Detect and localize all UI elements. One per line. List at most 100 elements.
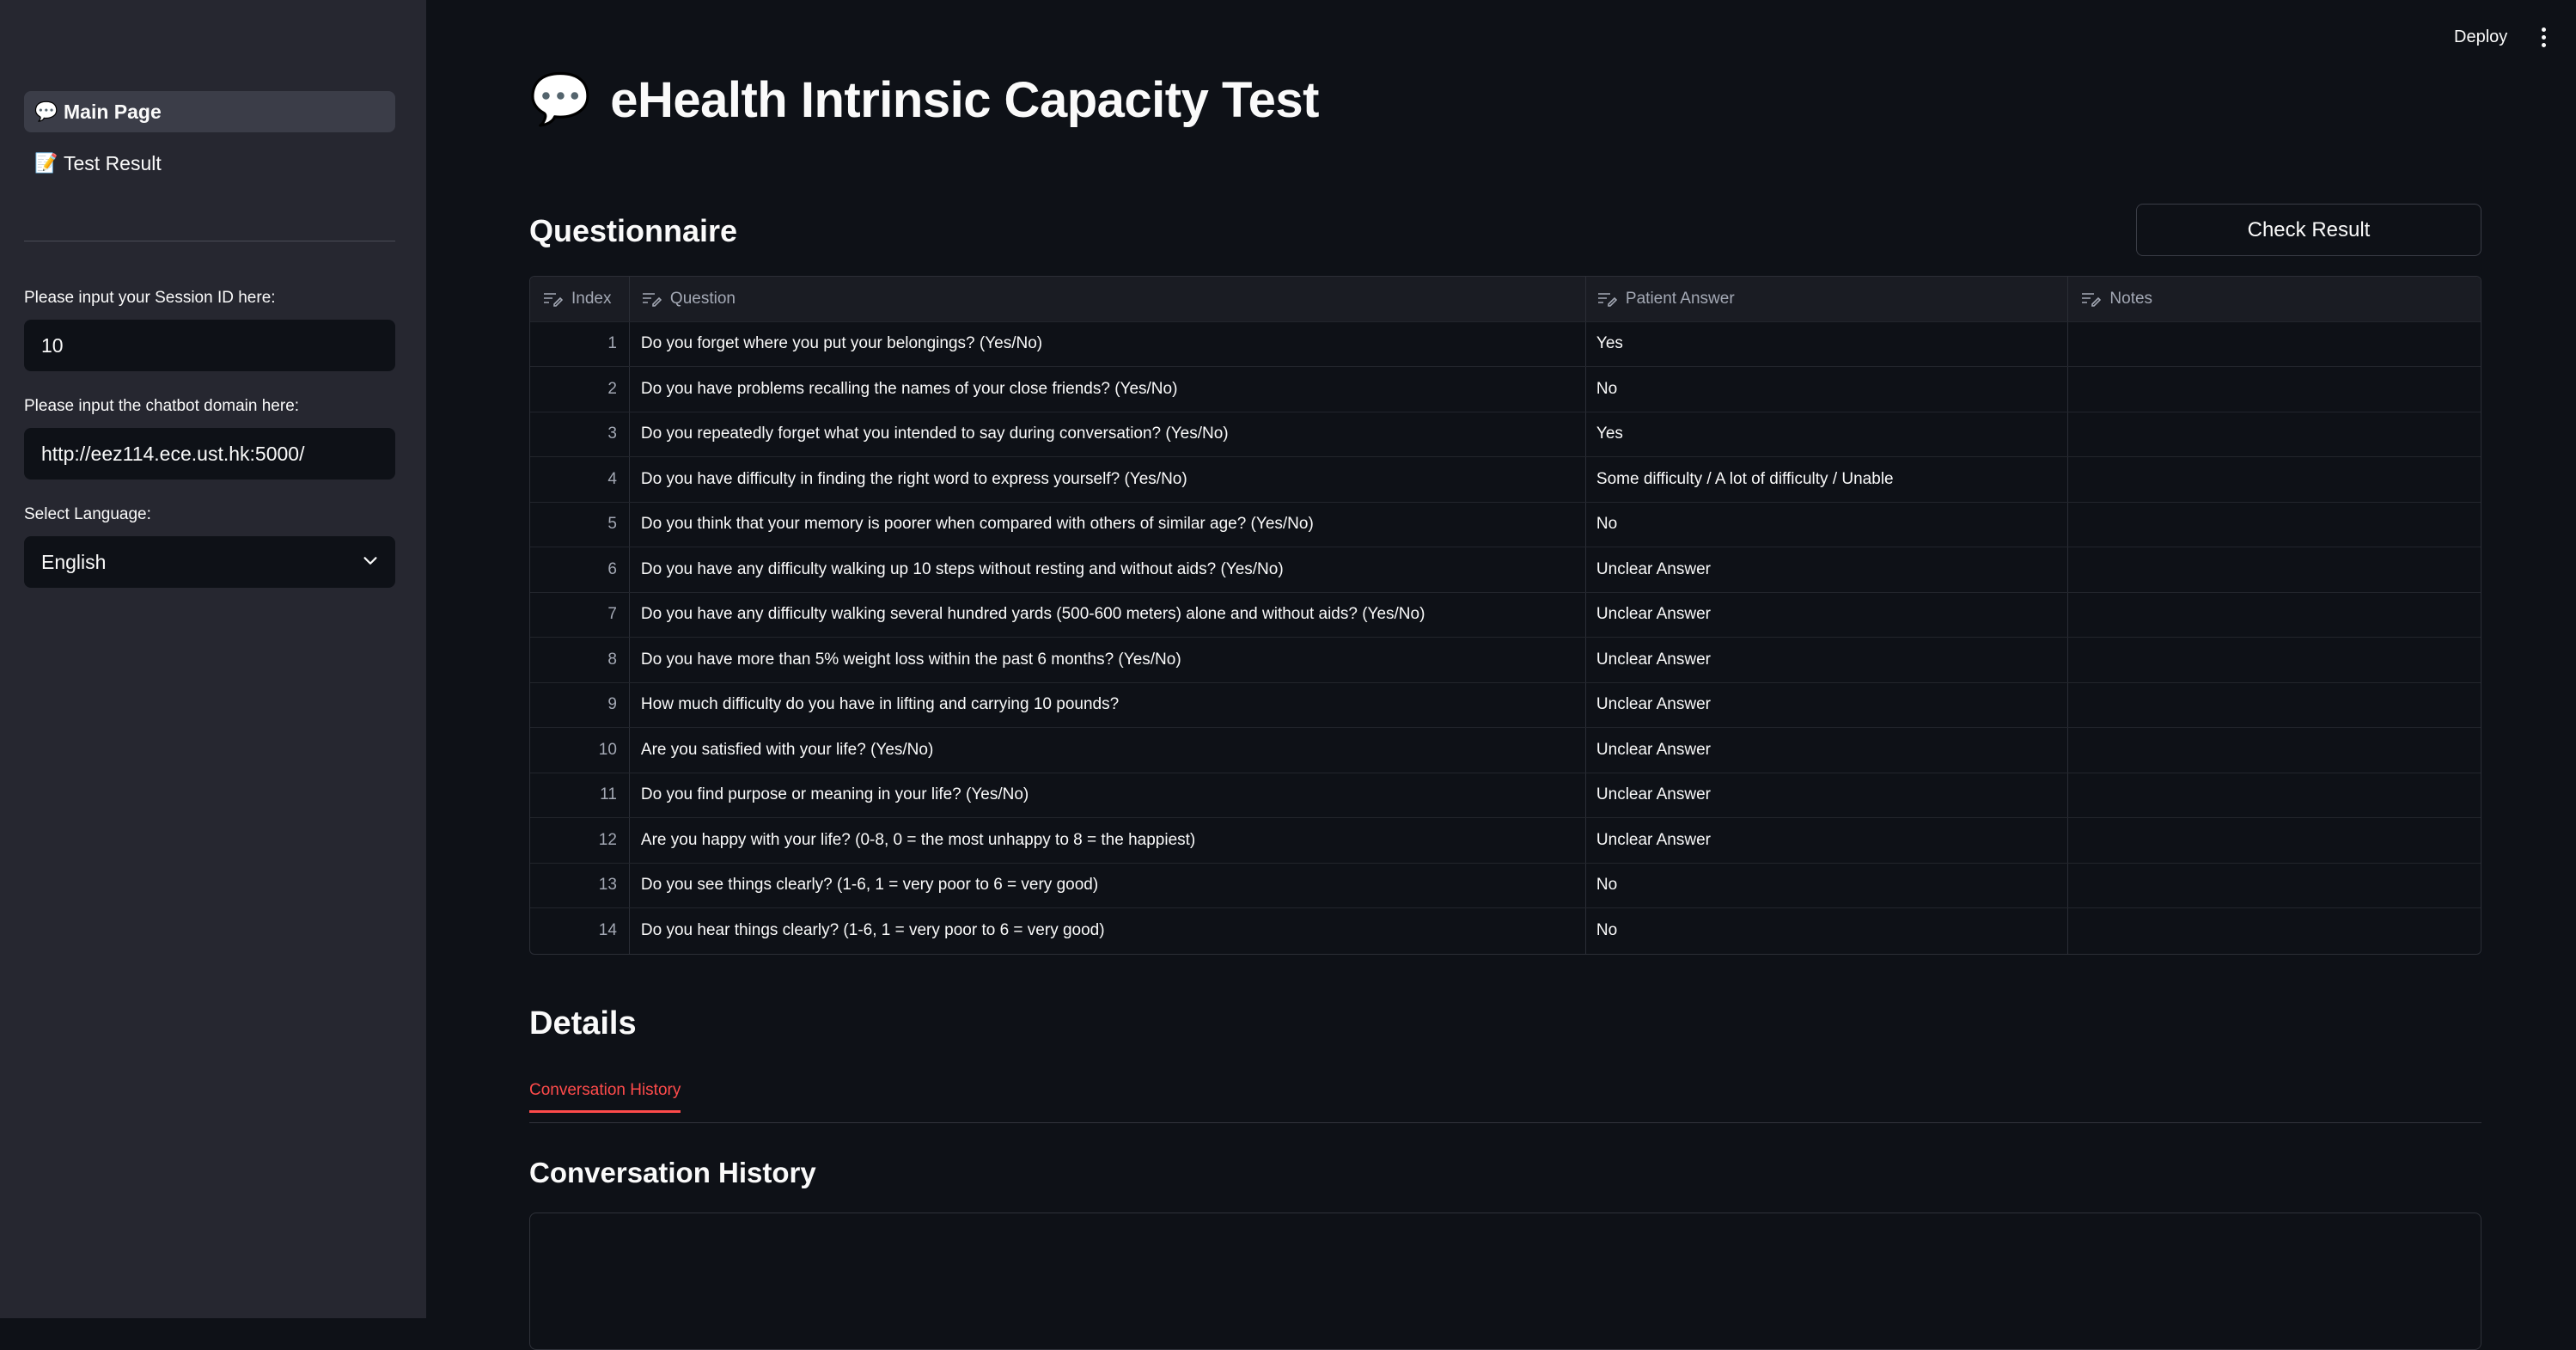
cell-notes[interactable] <box>2068 773 2481 818</box>
cell-notes[interactable] <box>2068 908 2481 954</box>
cell-question[interactable]: Are you satisfied with your life? (Yes/N… <box>630 728 1586 773</box>
cell-patient-answer[interactable]: Unclear Answer <box>1586 638 2069 682</box>
cell-question[interactable]: Do you repeatedly forget what you intend… <box>630 412 1586 456</box>
column-header-label: Question <box>669 289 736 308</box>
details-heading: Details <box>529 1005 637 1042</box>
cell-notes[interactable] <box>2068 503 2481 547</box>
column-header-patient-answer[interactable]: Patient Answer <box>1586 277 2069 321</box>
cell-patient-answer[interactable]: Unclear Answer <box>1586 728 2069 773</box>
cell-patient-answer[interactable]: Unclear Answer <box>1586 773 2069 817</box>
cell-patient-answer[interactable]: No <box>1586 367 2069 412</box>
cell-question[interactable]: Do you hear things clearly? (1-6, 1 = ve… <box>630 908 1586 954</box>
cell-index[interactable]: 10 <box>530 728 630 773</box>
cell-index[interactable]: 13 <box>530 863 630 907</box>
chatbot-domain-field[interactable] <box>24 428 395 480</box>
nav-test-result[interactable]: 📝 Test Result <box>24 143 395 184</box>
nav-test-result-label: Test Result <box>64 151 162 174</box>
session-id-field[interactable] <box>24 320 395 371</box>
column-edit-icon <box>544 292 563 307</box>
column-edit-icon <box>2082 292 2102 307</box>
column-header-label: Patient Answer <box>1625 289 1735 308</box>
chatbot-domain-input[interactable] <box>41 442 395 466</box>
cell-patient-answer[interactable]: Some difficulty / A lot of difficulty / … <box>1586 457 2069 502</box>
table-row: 2 Do you have problems recalling the name… <box>530 367 2481 412</box>
cell-notes[interactable] <box>2068 818 2481 863</box>
cell-question[interactable]: Do you think that your memory is poorer … <box>630 502 1586 547</box>
cell-index[interactable]: 1 <box>530 321 630 366</box>
session-id-input[interactable] <box>41 333 395 357</box>
cell-patient-answer[interactable]: Yes <box>1586 321 2069 366</box>
cell-patient-answer[interactable]: No <box>1586 502 2069 547</box>
cell-notes[interactable] <box>2068 322 2481 367</box>
speech-bubble-icon: 💬 <box>34 101 58 122</box>
check-result-button[interactable]: Check Result <box>2136 204 2481 256</box>
table-row: 10 Are you satisfied with your life? (Yes… <box>530 728 2481 773</box>
cell-question[interactable]: Do you have difficulty in finding the ri… <box>630 457 1586 502</box>
cell-question[interactable]: Do you have more than 5% weight loss wit… <box>630 638 1586 682</box>
column-header-label: Index <box>571 289 612 308</box>
cell-question[interactable]: Do you have any difficulty walking sever… <box>630 592 1586 637</box>
cell-question[interactable]: How much difficulty do you have in lifti… <box>630 682 1586 727</box>
table-row: 11 Do you find purpose or meaning in your… <box>530 773 2481 818</box>
memo-icon: 📝 <box>34 152 58 174</box>
cell-notes[interactable] <box>2068 593 2481 638</box>
table-row: 6 Do you have any difficulty walking up 1… <box>530 547 2481 593</box>
cell-notes[interactable] <box>2068 638 2481 682</box>
column-header-question[interactable]: Question <box>630 277 1586 321</box>
cell-question[interactable]: Do you have any difficulty walking up 10… <box>630 547 1586 592</box>
cell-question[interactable]: Do you have problems recalling the names… <box>630 367 1586 412</box>
tab-conversation-history[interactable]: Conversation History <box>529 1081 681 1113</box>
column-edit-icon <box>642 292 662 307</box>
cell-question[interactable]: Do you forget where you put your belongi… <box>630 321 1586 366</box>
cell-notes[interactable] <box>2068 683 2481 728</box>
language-label: Select Language: <box>24 505 151 523</box>
cell-index[interactable]: 11 <box>530 773 630 817</box>
nav-main-page-label: Main Page <box>64 100 162 123</box>
cell-patient-answer[interactable]: Unclear Answer <box>1586 547 2069 592</box>
cell-patient-answer[interactable]: No <box>1586 863 2069 907</box>
cell-question[interactable]: Are you happy with your life? (0-8, 0 = … <box>630 818 1586 863</box>
cell-index[interactable]: 4 <box>530 457 630 502</box>
cell-index[interactable]: 2 <box>530 367 630 412</box>
cell-index[interactable]: 9 <box>530 682 630 727</box>
cell-notes[interactable] <box>2068 412 2481 457</box>
sidebar: 💬 Main Page 📝 Test Result Please input y… <box>0 0 426 1318</box>
chatbot-domain-label: Please input the chatbot domain here: <box>24 397 300 415</box>
conversation-history-heading: Conversation History <box>529 1157 816 1188</box>
cell-notes[interactable] <box>2068 457 2481 502</box>
column-edit-icon <box>1597 292 1617 307</box>
cell-notes[interactable] <box>2068 547 2481 592</box>
cell-index[interactable]: 7 <box>530 592 630 637</box>
cell-index[interactable]: 3 <box>530 412 630 456</box>
cell-patient-answer[interactable]: No <box>1586 908 2069 954</box>
cell-index[interactable]: 12 <box>530 818 630 863</box>
column-header-index[interactable]: Index <box>530 277 630 321</box>
cell-patient-answer[interactable]: Yes <box>1586 412 2069 456</box>
cell-patient-answer[interactable]: Unclear Answer <box>1586 818 2069 863</box>
kebab-menu-icon[interactable] <box>2535 26 2552 50</box>
chevron-down-icon <box>363 557 377 565</box>
nav-main-page[interactable]: 💬 Main Page <box>24 91 395 132</box>
language-select[interactable]: English <box>24 536 395 588</box>
cell-patient-answer[interactable]: Unclear Answer <box>1586 682 2069 727</box>
conversation-history-box <box>529 1213 2481 1350</box>
language-selected-value: English <box>41 550 107 573</box>
cell-question[interactable]: Do you see things clearly? (1-6, 1 = ver… <box>630 863 1586 907</box>
cell-index[interactable]: 8 <box>530 638 630 682</box>
cell-patient-answer[interactable]: Unclear Answer <box>1586 592 2069 637</box>
cell-notes[interactable] <box>2068 864 2481 908</box>
cell-index[interactable]: 6 <box>530 547 630 592</box>
page-title: 💬 eHealth Intrinsic Capacity Test <box>529 70 1319 129</box>
questionnaire-heading: Questionnaire <box>529 213 738 248</box>
cell-notes[interactable] <box>2068 728 2481 773</box>
column-header-label: Notes <box>2109 289 2153 308</box>
table-row: 12 Are you happy with your life? (0-8, 0 … <box>530 818 2481 864</box>
cell-index[interactable]: 14 <box>530 908 630 954</box>
cell-question[interactable]: Do you find purpose or meaning in your l… <box>630 773 1586 817</box>
cell-index[interactable]: 5 <box>530 502 630 547</box>
page-title-text: eHealth Intrinsic Capacity Test <box>610 71 1319 128</box>
column-header-notes[interactable]: Notes <box>2068 277 2481 321</box>
cell-notes[interactable] <box>2068 367 2481 412</box>
speech-bubble-icon: 💬 <box>529 71 592 127</box>
deploy-button[interactable]: Deploy <box>2454 27 2507 47</box>
